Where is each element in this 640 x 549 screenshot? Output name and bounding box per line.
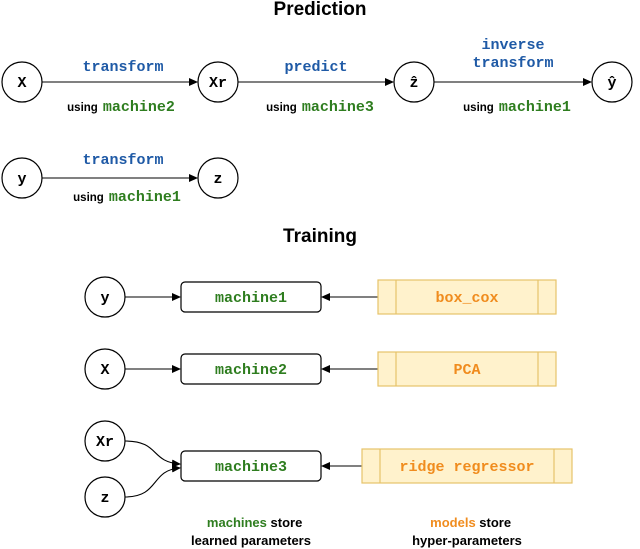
node-z-hat: ẑ bbox=[393, 61, 435, 103]
node-z: z bbox=[197, 157, 239, 199]
node-z-train: z bbox=[84, 476, 126, 518]
machine-label: machine2 bbox=[215, 362, 287, 379]
machine-label: machine1 bbox=[215, 290, 287, 307]
node-label: z bbox=[213, 171, 222, 188]
operation-label: transform bbox=[82, 59, 163, 76]
node-label: z bbox=[100, 490, 109, 507]
using-label: using machine3 bbox=[238, 98, 394, 116]
node-label: ŷ bbox=[607, 75, 616, 92]
node-label: Xr bbox=[96, 434, 114, 451]
legend-models-line2: hyper-parameters bbox=[412, 533, 522, 548]
arrow bbox=[124, 440, 181, 468]
node-label: Xr bbox=[209, 75, 227, 92]
operation-label: predict bbox=[284, 59, 347, 76]
node-Xr: Xr bbox=[197, 61, 239, 103]
arrow bbox=[124, 464, 181, 498]
node-y-train: y bbox=[84, 276, 126, 318]
node-label: y bbox=[17, 171, 26, 188]
node-y-hat: ŷ bbox=[591, 61, 633, 103]
node-X-train: X bbox=[84, 348, 126, 390]
legend-machines-line1: machines store bbox=[182, 515, 321, 530]
model-box: ridge regressor bbox=[361, 448, 573, 484]
node-X: X bbox=[1, 61, 43, 103]
training-title: Training bbox=[283, 226, 357, 247]
model-label: ridge regressor bbox=[399, 459, 534, 476]
edge-transform-machine2: transform using machine2 bbox=[39, 59, 198, 116]
prediction-title: Prediction bbox=[274, 0, 367, 20]
using-label: using machine2 bbox=[39, 98, 195, 116]
legend-machines: machines store learned parameters bbox=[182, 515, 321, 548]
operation-label-line2: transform bbox=[472, 55, 553, 72]
legend-models-line1: models store bbox=[405, 515, 529, 530]
operation-label: transform bbox=[82, 152, 163, 169]
training-row-machine2: X machine2 PCA bbox=[84, 348, 557, 390]
training-row-machine3: Xr z machine3 ridge regressor bbox=[84, 420, 573, 518]
node-label: ẑ bbox=[409, 75, 418, 92]
node-label: X bbox=[17, 75, 26, 92]
node-Xr-train: Xr bbox=[84, 420, 126, 462]
operation-label-line1: inverse bbox=[481, 37, 544, 54]
legend-machines-line2: learned parameters bbox=[191, 533, 311, 548]
legend-models: models store hyper-parameters bbox=[405, 515, 529, 548]
edge-transform-machine1: transform using machine1 bbox=[42, 152, 201, 206]
model-label: PCA bbox=[453, 362, 480, 379]
model-label: box_cox bbox=[435, 290, 498, 307]
node-label: y bbox=[100, 290, 109, 307]
node-label: X bbox=[100, 362, 109, 379]
edge-predict-machine3: predict using machine3 bbox=[238, 59, 394, 116]
model-box: box_cox bbox=[377, 279, 557, 315]
node-y: y bbox=[1, 157, 43, 199]
using-label: using machine1 bbox=[435, 98, 591, 116]
ml-pipeline-diagram: Prediction X Xr ẑ ŷ transform using machi… bbox=[1, 0, 633, 548]
model-box: PCA bbox=[377, 351, 557, 387]
edge-inverse-transform-machine1: inverse transform using machine1 bbox=[434, 37, 592, 116]
machine-label: machine3 bbox=[215, 459, 287, 476]
training-row-machine1: y machine1 box_cox bbox=[84, 276, 557, 318]
using-label: using machine1 bbox=[45, 188, 201, 206]
